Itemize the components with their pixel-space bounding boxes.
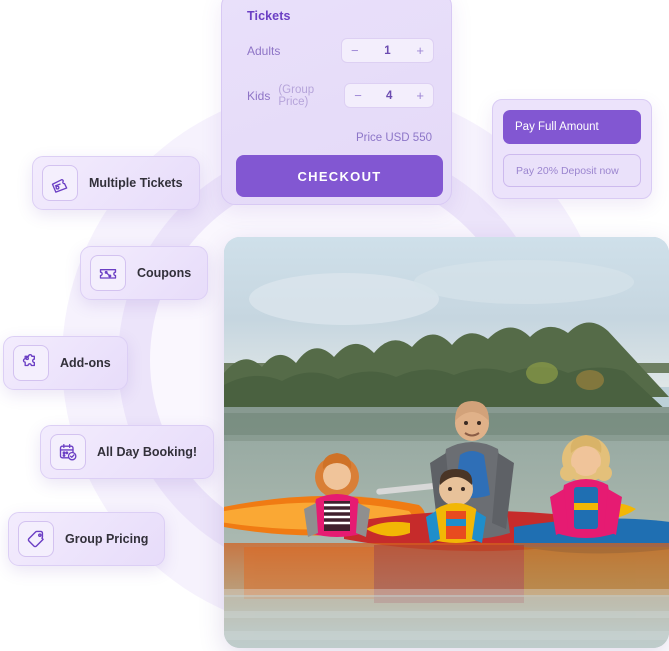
pay-deposit-button[interactable]: Pay 20% Deposit now	[503, 154, 641, 187]
illustration-stage: Tickets Adults − 1 + Kids (Group Price) …	[0, 0, 669, 651]
adults-label: Adults	[247, 43, 281, 58]
kids-quantity-stepper[interactable]: − 4 +	[344, 83, 434, 108]
adults-increment-icon[interactable]: +	[416, 44, 424, 57]
feature-chip-label: Multiple Tickets	[89, 176, 183, 190]
feature-chip-group-pricing[interactable]: Group Pricing	[8, 512, 166, 566]
adults-decrement-icon[interactable]: −	[351, 44, 359, 57]
total-price-text: Price USD 550	[355, 132, 432, 144]
kids-increment-icon[interactable]: +	[416, 89, 424, 102]
feature-chip-all-day-booking[interactable]: All Day Booking!	[40, 425, 215, 479]
pay-full-amount-button[interactable]: Pay Full Amount	[503, 110, 641, 144]
ticket-row-kids: Kids (Group Price) − 4 +	[236, 83, 437, 108]
ticket-row-adults: Adults − 1 +	[236, 38, 437, 63]
calendar-check-icon	[50, 434, 86, 470]
kids-decrement-icon[interactable]: −	[354, 89, 362, 102]
adults-quantity-stepper[interactable]: − 1 +	[341, 38, 434, 63]
checkout-button[interactable]: CHECKOUT	[236, 155, 443, 197]
tickets-card: Tickets Adults − 1 + Kids (Group Price) …	[221, 0, 452, 205]
adults-quantity-value: 1	[384, 44, 391, 57]
feature-chip-label: Group Pricing	[65, 532, 149, 546]
puzzle-piece-icon	[13, 345, 49, 381]
feature-chip-coupons[interactable]: Coupons	[80, 246, 209, 300]
kids-group-price-note: (Group Price)	[278, 83, 315, 108]
tickets-card-title: Tickets	[247, 9, 291, 23]
feature-chip-label: All Day Booking!	[97, 445, 198, 459]
tickets-icon	[42, 165, 78, 201]
photo-artwork	[224, 237, 669, 648]
feature-chip-add-ons[interactable]: Add-ons	[3, 336, 128, 390]
feature-chip-label: Coupons	[137, 266, 192, 280]
price-tag-icon	[18, 521, 54, 557]
kayak-family-photo	[224, 237, 669, 648]
feature-chip-multiple-tickets[interactable]: Multiple Tickets	[32, 156, 200, 210]
coupon-icon	[90, 255, 126, 291]
kids-label: Kids	[247, 88, 271, 103]
feature-chip-label: Add-ons	[60, 356, 111, 370]
payment-options-card: Pay Full Amount Pay 20% Deposit now	[492, 99, 652, 199]
kids-quantity-value: 4	[385, 89, 393, 102]
